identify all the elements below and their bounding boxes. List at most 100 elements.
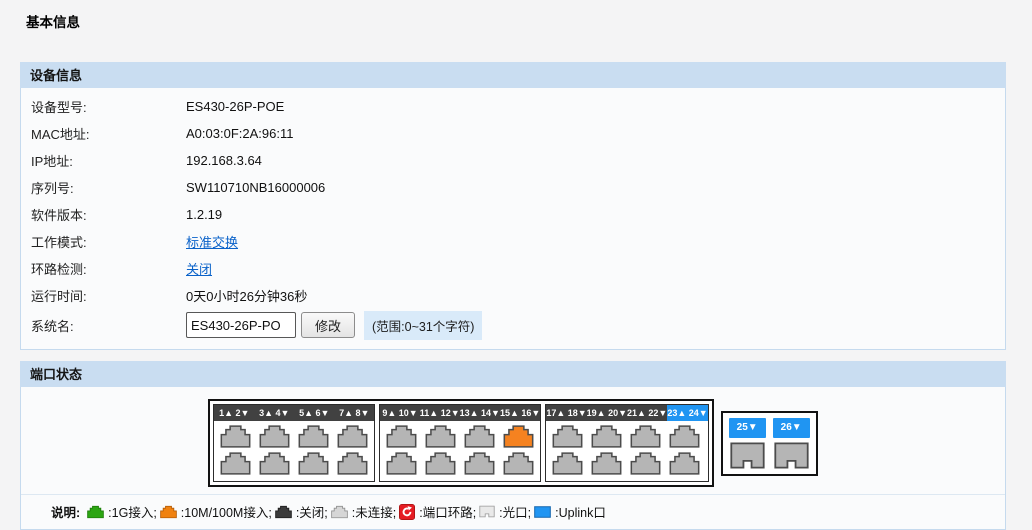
port-label-11-12: 11▲ 12▼ [420,405,460,421]
port-label-25: 25▼ [729,418,766,438]
port-column [669,425,700,475]
port-4-icon [259,452,290,475]
port-25-icon [729,442,766,469]
software-version-row: 软件版本:1.2.19 [21,201,1005,228]
port-18-icon [552,452,583,475]
legend-items: :1G接入;:10M/100M接入;:关闭;:未连接;:端口环路;:光口;:Up… [84,502,606,521]
system-name-input[interactable] [186,312,296,338]
uptime-label: 运行时间: [31,286,186,305]
system-name-row: 系统名: 修改 (范围:0~31个字符) [21,309,1005,341]
uptime-value: 0天0小时26分钟36秒 [186,286,307,305]
legend-text: :关闭; [296,502,328,521]
port-8-icon [337,452,368,475]
device-model-label: 设备型号: [31,97,186,116]
port-label-5-6: 5▲ 6▼ [294,405,334,421]
serial-number-label: 序列号: [31,178,186,197]
port-label-15-16: 15▲ 16▼ [500,405,540,421]
work-mode-label: 工作模式: [31,232,186,251]
serial-number-value: SW110710NB16000006 [186,180,325,195]
ip-address-value: 192.168.3.64 [186,153,262,168]
legend-port-orange-icon [160,505,177,519]
serial-number-row: 序列号:SW110710NB16000006 [21,174,1005,201]
port-15-icon [503,425,534,448]
legend-text: :Uplink口 [555,502,606,521]
port-column [259,425,290,475]
legend-text: :未连接; [352,502,396,521]
port-column [630,425,661,475]
port-label-13-14: 13▲ 14▼ [460,405,500,421]
port-group-header: 17▲ 18▼19▲ 20▼21▲ 22▼23▲ 24▼ [546,405,707,421]
port-12-icon [425,452,456,475]
port-label-1-2: 1▲ 2▼ [214,405,254,421]
mac-address-value: A0:03:0F:2A:96:11 [186,126,293,141]
port-label-21-22: 21▲ 22▼ [627,405,667,421]
port-group-header: 1▲ 2▼3▲ 4▼5▲ 6▼7▲ 8▼ [214,405,374,421]
sfp-column-25: 25▼ [729,418,766,469]
page-title: 基本信息 [0,0,1032,26]
device-info-header: 设备信息 [20,62,1006,88]
port-3-icon [259,425,290,448]
port-group-1: 1▲ 2▼3▲ 4▼5▲ 6▼7▲ 8▼ [213,404,375,482]
loop-detection-label: 环路检测: [31,259,186,278]
port-23-icon [669,425,700,448]
legend-text: :10M/100M接入; [181,502,272,521]
port-13-icon [464,425,495,448]
port-22-icon [630,452,661,475]
loop-detection-row: 环路检测:关闭 [21,255,1005,282]
device-model-row: 设备型号:ES430-26P-POE [21,93,1005,120]
ports-area: 1▲ 2▼3▲ 4▼5▲ 6▼7▲ 8▼ 9▲ 10▼11▲ 12▼13▲ 14▼… [21,387,1005,494]
port-label-19-20: 19▲ 20▼ [587,405,627,421]
legend-port-gray-icon [331,505,348,519]
work-mode-value[interactable]: 标准交换 [186,232,238,251]
sfp-ports-box: 25▼ 26▼ [721,411,818,476]
port-group-header: 9▲ 10▼11▲ 12▼13▲ 14▼15▲ 16▼ [380,405,540,421]
port-label-23-24: 23▲ 24▼ [667,405,707,421]
port-16-icon [503,452,534,475]
device-info-rows: 设备型号:ES430-26P-POEMAC地址:A0:03:0F:2A:96:1… [21,93,1005,309]
port-19-icon [591,425,622,448]
port-legend: 说明: :1G接入;:10M/100M接入;:关闭;:未连接;:端口环路;:光口… [21,494,1005,529]
port-6-icon [298,452,329,475]
system-name-hint: (范围:0~31个字符) [364,311,482,340]
device-info-body: 设备型号:ES430-26P-POEMAC地址:A0:03:0F:2A:96:1… [20,88,1006,350]
port-group-body [214,421,374,481]
modify-button[interactable]: 修改 [301,312,355,338]
port-label-9-10: 9▲ 10▼ [380,405,419,421]
port-status-header: 端口状态 [20,361,1006,387]
port-group-3: 17▲ 18▼19▲ 20▼21▲ 22▼23▲ 24▼ [545,404,708,482]
mac-address-label: MAC地址: [31,124,186,143]
loop-detection-value[interactable]: 关闭 [186,259,212,278]
port-20-icon [591,452,622,475]
port-column [386,425,417,475]
port-11-icon [425,425,456,448]
port-label-26: 26▼ [773,418,810,438]
port-5-icon [298,425,329,448]
port-group-body [380,421,540,481]
port-group-2: 9▲ 10▼11▲ 12▼13▲ 14▼15▲ 16▼ [379,404,541,482]
port-group-body [546,421,707,481]
port-column [220,425,251,475]
ip-address-label: IP地址: [31,151,186,170]
port-24-icon [669,452,700,475]
legend-text: :1G接入; [108,502,157,521]
port-10-icon [386,452,417,475]
software-version-label: 软件版本: [31,205,186,224]
sfp-column-26: 26▼ [773,418,810,469]
port-status-panel: 端口状态 1▲ 2▼3▲ 4▼5▲ 6▼7▲ 8▼ 9▲ 10▼11▲ 12▼13… [20,361,1006,530]
legend-loop-red-icon [399,504,415,520]
system-name-label: 系统名: [31,316,186,335]
mac-address-row: MAC地址:A0:03:0F:2A:96:11 [21,120,1005,147]
legend-sfp-gray-icon [479,505,495,518]
port-column [425,425,456,475]
legend-port-green-icon [87,505,104,519]
port-14-icon [464,452,495,475]
copper-ports-box: 1▲ 2▼3▲ 4▼5▲ 6▼7▲ 8▼ 9▲ 10▼11▲ 12▼13▲ 14▼… [208,399,713,487]
device-info-panel: 设备信息 设备型号:ES430-26P-POEMAC地址:A0:03:0F:2A… [20,62,1006,350]
legend-uplink-blue-icon [534,506,551,518]
port-status-body: 1▲ 2▼3▲ 4▼5▲ 6▼7▲ 8▼ 9▲ 10▼11▲ 12▼13▲ 14▼… [20,387,1006,530]
legend-text: :端口环路; [419,502,476,521]
port-column [337,425,368,475]
port-label-17-18: 17▲ 18▼ [546,405,586,421]
port-17-icon [552,425,583,448]
port-column [552,425,583,475]
